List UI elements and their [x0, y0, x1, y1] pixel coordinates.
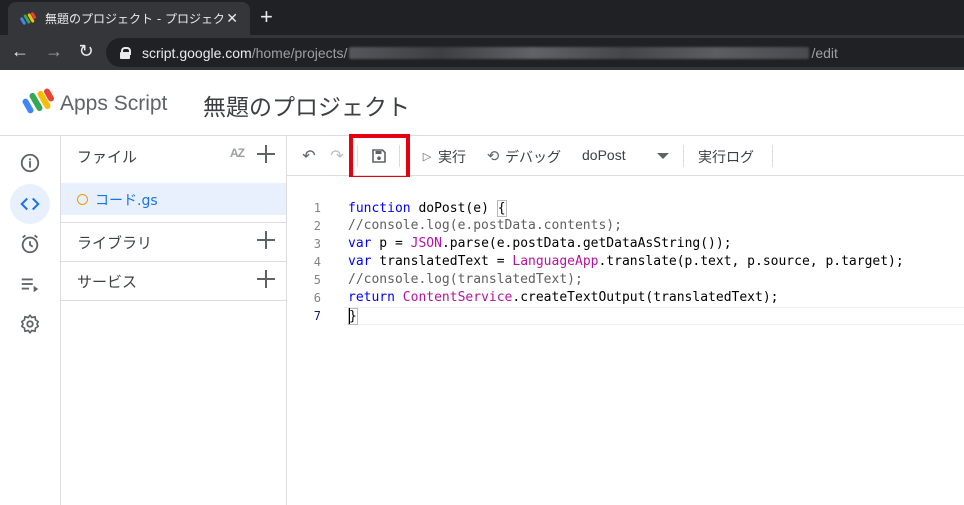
file-item-code-gs[interactable]: コード.gs — [61, 183, 286, 215]
code-line: 5 //console.log(translatedText); — [287, 272, 964, 290]
debug-button[interactable]: デバッグ — [505, 147, 561, 167]
undo-icon[interactable]: ↶ — [299, 146, 319, 166]
new-tab-icon[interactable]: + — [260, 4, 273, 30]
reload-icon[interactable]: ↻ — [74, 41, 98, 62]
settings-button[interactable] — [10, 304, 50, 344]
code-text: //console.log(translatedText); — [348, 272, 583, 287]
services-label: サービス — [77, 272, 138, 291]
add-service-plus-icon[interactable] — [256, 269, 276, 289]
left-rail — [0, 136, 61, 505]
add-library-plus-icon[interactable] — [256, 230, 276, 250]
code-line: 2 //console.log(e.postData.contents); — [287, 218, 964, 236]
line-number: 5 — [313, 273, 321, 287]
line-number: 6 — [313, 291, 321, 305]
add-file-plus-icon[interactable] — [256, 144, 276, 164]
files-panel: ファイル AZ コード.gs ライブラリ サービス — [61, 136, 287, 505]
triggers-button[interactable] — [10, 224, 50, 264]
url-input[interactable]: script.google.com /home/projects/ /edit — [106, 38, 964, 67]
url-redacted — [349, 46, 810, 59]
play-icon[interactable]: ▷ — [417, 146, 437, 166]
code-line: 6 return ContentService.createTextOutput… — [287, 290, 964, 308]
project-title[interactable]: 無題のプロジェクト — [203, 88, 410, 122]
services-header: サービス — [61, 261, 286, 301]
url-host: script.google.com — [142, 44, 252, 61]
line-number: 1 — [313, 201, 321, 215]
code-text: var p = JSON.parse(e.postData.getDataAsS… — [348, 236, 732, 251]
toolbar-separator — [772, 145, 773, 167]
libraries-label: ライブラリ — [77, 233, 153, 252]
code-line: 3 var p = JSON.parse(e.postData.getDataA… — [287, 236, 964, 254]
lock-icon — [120, 46, 131, 59]
editor-toolbar: ↶ ↷ ▷ 実行 ⟲ デバッグ doPost 実行ログ — [287, 134, 964, 180]
code-text: //console.log(e.postData.contents); — [348, 218, 622, 233]
brand-name[interactable]: Apps Script — [60, 92, 167, 116]
address-bar: ← → ↻ script.google.com /home/projects/ … — [0, 35, 964, 70]
executions-icon — [21, 278, 39, 293]
executions-button[interactable] — [10, 264, 50, 304]
back-arrow-icon[interactable]: ← — [8, 41, 32, 62]
code-text: function doPost(e) { — [348, 200, 507, 217]
overview-button[interactable] — [10, 143, 50, 183]
debug-icon[interactable]: ⟲ — [483, 146, 503, 166]
files-header: ファイル AZ — [61, 136, 286, 176]
forward-arrow-icon[interactable]: → — [42, 41, 66, 62]
code-line: 1 function doPost(e) { — [287, 200, 964, 218]
files-label: ファイル — [77, 147, 138, 166]
unsaved-dot-icon — [77, 194, 88, 205]
browser-tab[interactable]: 無題のプロジェクト - プロジェクト編集 ✕ — [8, 2, 250, 35]
highlight-annotation-box — [349, 134, 410, 180]
run-button[interactable]: 実行 — [438, 147, 466, 167]
file-name: コード.gs — [95, 193, 158, 209]
libraries-header: ライブラリ — [61, 222, 286, 262]
code-icon — [20, 197, 40, 211]
execution-log-button[interactable]: 実行ログ — [698, 147, 754, 167]
tab-title: 無題のプロジェクト - プロジェクト編集 — [45, 12, 223, 26]
line-number: 2 — [313, 219, 321, 233]
divider — [61, 300, 286, 301]
redo-icon[interactable]: ↷ — [327, 146, 347, 166]
code-line: 7 } — [287, 308, 964, 326]
code-line: 4 var translatedText = LanguageApp.trans… — [287, 254, 964, 272]
line-number: 4 — [313, 255, 321, 269]
code-editor[interactable]: 1 function doPost(e) { 2 //console.log(e… — [287, 177, 964, 505]
chevron-down-icon[interactable] — [657, 153, 669, 159]
apps-script-logo-icon[interactable] — [22, 88, 54, 116]
apps-script-favicon-icon — [20, 11, 36, 25]
browser-tab-bar: 無題のプロジェクト - プロジェクト編集 ✕ + — [0, 0, 964, 35]
line-number: 3 — [313, 237, 321, 251]
info-icon — [20, 153, 40, 173]
clock-icon — [21, 234, 39, 254]
editor-button[interactable] — [10, 184, 50, 224]
line-number: 7 — [313, 309, 321, 323]
settings-icon — [20, 314, 40, 334]
code-text: return ContentService.createTextOutput(t… — [348, 290, 779, 305]
code-text: var translatedText = LanguageApp.transla… — [348, 254, 904, 269]
url-path-suffix: /edit — [811, 44, 838, 61]
toolbar-separator — [683, 145, 684, 167]
tab-close-icon[interactable]: ✕ — [226, 10, 238, 27]
function-select[interactable]: doPost — [582, 147, 626, 163]
url-path-prefix: /home/projects/ — [251, 44, 348, 61]
app-header: Apps Script 無題のプロジェクト — [0, 70, 964, 136]
sort-az-icon[interactable]: AZ — [230, 146, 245, 160]
text-cursor — [349, 308, 350, 324]
